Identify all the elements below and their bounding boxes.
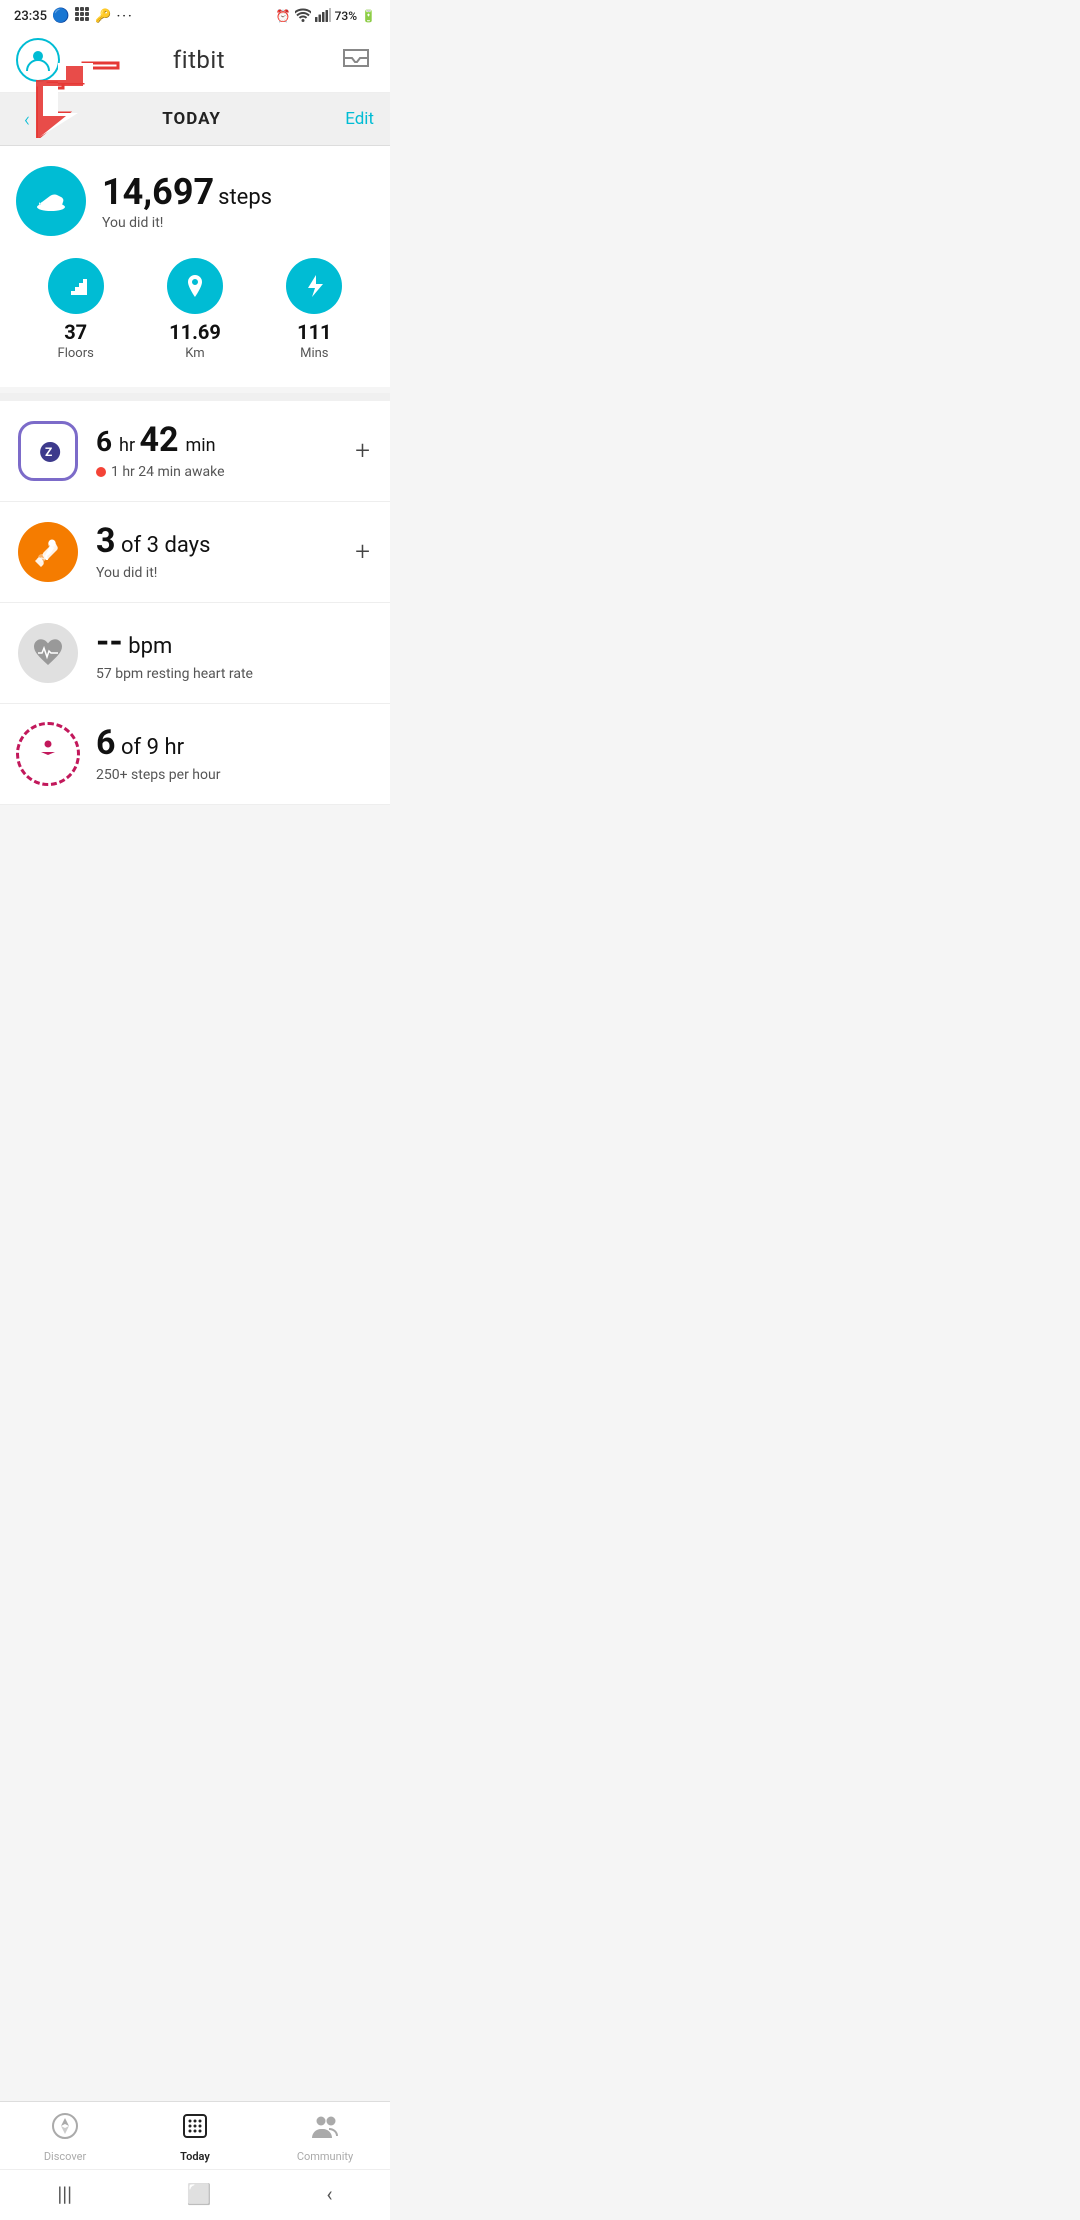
fitbit-device-icon: 🔵 bbox=[52, 8, 69, 24]
community-icon bbox=[310, 2112, 340, 2147]
tab-today-label: Today bbox=[180, 2150, 210, 2163]
sleep-icon-wrap: Z bbox=[16, 419, 80, 483]
heartrate-subtext: 57 bpm resting heart rate bbox=[96, 666, 253, 682]
sleep-duration: 6 hr 42 min bbox=[96, 422, 335, 459]
today-icon bbox=[181, 2112, 209, 2147]
activezone-display: 6 of 9 hr bbox=[96, 725, 374, 762]
tab-discover[interactable]: Discover bbox=[0, 2112, 130, 2163]
heartrate-display: -- bpm bbox=[96, 624, 374, 661]
signal-icon bbox=[315, 8, 331, 25]
app-header: fitbit bbox=[0, 30, 390, 93]
nav-back-button[interactable]: ‹ bbox=[16, 103, 38, 135]
app-title: fitbit bbox=[173, 46, 225, 74]
sleep-metric-row[interactable]: Z 6 hr 42 min 1 hr 24 min awake + bbox=[0, 401, 390, 502]
steps-count: 14,697 bbox=[102, 171, 214, 213]
active-mins-icon bbox=[286, 258, 342, 314]
inbox-button[interactable] bbox=[338, 42, 374, 78]
active-days-expand-button[interactable]: + bbox=[351, 533, 374, 571]
wifi-icon bbox=[295, 8, 311, 25]
active-days-icon bbox=[18, 522, 78, 582]
steps-unit: steps bbox=[218, 185, 272, 210]
grid-icon bbox=[74, 6, 90, 26]
sleep-content: 6 hr 42 min 1 hr 24 min awake bbox=[96, 422, 335, 479]
heartrate-metric-row[interactable]: -- bpm 57 bpm resting heart rate bbox=[0, 603, 390, 704]
sleep-expand-button[interactable]: + bbox=[351, 432, 374, 470]
edit-button[interactable]: Edit bbox=[345, 109, 374, 129]
active-days-display: 3 of 3 days bbox=[96, 523, 335, 560]
sleep-sub: 1 hr 24 min awake bbox=[96, 464, 335, 480]
activezone-subtext: 250+ steps per hour bbox=[96, 767, 220, 783]
sys-nav-back[interactable]: ‹ bbox=[307, 2178, 353, 2210]
svg-text:Z: Z bbox=[45, 445, 52, 459]
nav-bar: ‹ TODAY Edit bbox=[0, 93, 390, 146]
sleep-hours: 6 bbox=[96, 425, 112, 458]
sys-nav-home[interactable]: ⬜ bbox=[167, 2178, 232, 2210]
awake-dot bbox=[96, 467, 106, 477]
floors-label: Floors bbox=[58, 346, 94, 361]
battery-percentage: 73% bbox=[335, 9, 357, 23]
sleep-minutes: 42 bbox=[140, 420, 179, 460]
activezone-icon-wrap bbox=[16, 722, 80, 786]
sys-nav-menu[interactable]: ||| bbox=[37, 2178, 92, 2210]
floors-stat[interactable]: 37 Floors bbox=[16, 258, 135, 361]
steps-section: 14,697 steps steps You did it! 37 Floors bbox=[0, 146, 390, 387]
floors-icon bbox=[48, 258, 104, 314]
active-days-sub: You did it! bbox=[96, 565, 335, 581]
steps-subtext: You did it! bbox=[102, 215, 272, 231]
sleep-icon: Z bbox=[18, 421, 78, 481]
avatar[interactable] bbox=[16, 38, 60, 82]
active-days-count: 3 bbox=[96, 521, 116, 561]
distance-value: 11.69 bbox=[169, 320, 221, 344]
key-icon: 🔑 bbox=[95, 9, 111, 24]
bottom-nav-tabs: Discover Today bbox=[0, 2102, 390, 2169]
activezone-icon bbox=[16, 722, 80, 786]
tab-today[interactable]: Today bbox=[130, 2112, 260, 2163]
heartrate-icon-wrap bbox=[16, 621, 80, 685]
active-days-metric-row[interactable]: 3 of 3 days You did it! + bbox=[0, 502, 390, 603]
battery-icon: 🔋 bbox=[361, 9, 376, 23]
heartrate-icon bbox=[18, 623, 78, 683]
distance-label: Km bbox=[185, 346, 204, 361]
activezone-sub: 250+ steps per hour bbox=[96, 767, 374, 783]
steps-icon[interactable] bbox=[16, 166, 86, 236]
active-days-subtext: You did it! bbox=[96, 565, 157, 581]
status-bar: 23:35 🔵 🔑 ··· ⏰ bbox=[0, 0, 390, 30]
mini-stats-row: 37 Floors 11.69 Km bbox=[16, 244, 374, 371]
activezone-metric-row[interactable]: 6 of 9 hr 250+ steps per hour bbox=[0, 704, 390, 805]
more-icon: ··· bbox=[117, 9, 134, 24]
distance-stat[interactable]: 11.69 Km bbox=[135, 258, 254, 361]
active-days-icon-wrap bbox=[16, 520, 80, 584]
section-divider-1 bbox=[0, 393, 390, 401]
active-days-unit: of 3 days bbox=[116, 533, 211, 558]
steps-display: 14,697 steps steps bbox=[102, 171, 272, 213]
activezone-content: 6 of 9 hr 250+ steps per hour bbox=[96, 725, 374, 782]
bottom-nav: Discover Today bbox=[0, 2101, 390, 2220]
discover-icon bbox=[51, 2112, 79, 2147]
status-time: 23:35 bbox=[14, 9, 47, 24]
sleep-subtext: 1 hr 24 min awake bbox=[111, 464, 225, 480]
status-time-area: 23:35 🔵 🔑 ··· bbox=[14, 6, 134, 26]
distance-icon bbox=[167, 258, 223, 314]
active-mins-label: Mins bbox=[300, 346, 328, 361]
heartrate-sub: 57 bpm resting heart rate bbox=[96, 666, 374, 682]
active-mins-value: 111 bbox=[297, 320, 331, 344]
heartrate-content: -- bpm 57 bpm resting heart rate bbox=[96, 624, 374, 681]
metrics-section: Z 6 hr 42 min 1 hr 24 min awake + bbox=[0, 401, 390, 805]
alarm-icon: ⏰ bbox=[276, 9, 291, 23]
active-days-content: 3 of 3 days You did it! bbox=[96, 523, 335, 580]
floors-value: 37 bbox=[64, 320, 87, 344]
status-indicators: ⏰ 73% 🔋 bbox=[276, 8, 376, 25]
nav-title: TODAY bbox=[162, 109, 221, 129]
active-mins-stat[interactable]: 111 Mins bbox=[255, 258, 374, 361]
system-nav-bar: ||| ⬜ ‹ bbox=[0, 2169, 390, 2220]
tab-community[interactable]: Community bbox=[260, 2112, 390, 2163]
tab-discover-label: Discover bbox=[44, 2150, 86, 2163]
tab-community-label: Community bbox=[297, 2150, 353, 2163]
